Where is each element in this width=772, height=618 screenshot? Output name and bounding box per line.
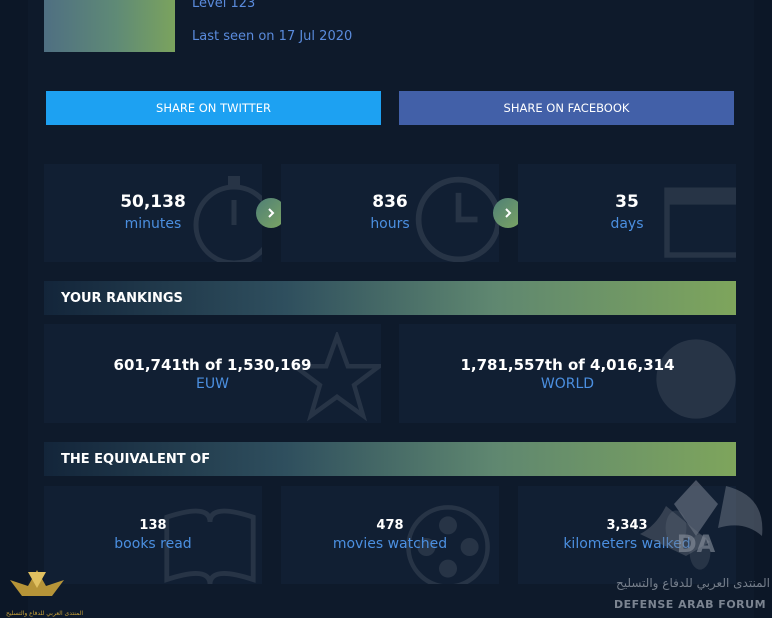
equivalent-value: 478 bbox=[376, 518, 404, 533]
stat-unit: days bbox=[610, 216, 644, 232]
equivalent-card-movies: 478 movies watched bbox=[281, 486, 499, 584]
share-twitter-button[interactable]: SHARE ON TWITTER bbox=[46, 91, 381, 125]
rankings-banner: YOUR RANKINGS bbox=[44, 281, 736, 315]
eagle-wings-logo-icon: DA bbox=[640, 480, 763, 558]
ranking-value: 601,741th of 1,530,169 bbox=[113, 356, 312, 374]
share-facebook-button[interactable]: SHARE ON FACEBOOK bbox=[399, 91, 734, 125]
equivalent-card-books: 138 books read bbox=[44, 486, 262, 584]
stat-value: 836 bbox=[372, 192, 408, 212]
stat-unit: hours bbox=[370, 216, 410, 232]
ranking-card-euw: 601,741th of 1,530,169 EUW bbox=[44, 324, 381, 423]
equivalent-title: THE EQUIVALENT OF bbox=[61, 451, 211, 467]
profile-avatar bbox=[44, 0, 175, 52]
equivalent-banner: THE EQUIVALENT OF bbox=[44, 442, 736, 476]
equivalent-value: 138 bbox=[139, 518, 167, 533]
stat-card-hours: 836 hours bbox=[281, 164, 499, 262]
equivalent-label: books read bbox=[114, 536, 192, 552]
forum-logo-small: المنتدى العربي للدفاع والتسليح bbox=[6, 566, 83, 617]
share-twitter-label: SHARE ON TWITTER bbox=[156, 101, 271, 115]
svg-text:DA: DA bbox=[677, 530, 716, 558]
stat-card-days: 35 days bbox=[518, 164, 736, 262]
forum-watermark: DA المنتدى العربي للدفاع والتسليح DEFENS… bbox=[606, 476, 772, 616]
ranking-card-world: 1,781,557th of 4,016,314 WORLD bbox=[399, 324, 736, 423]
eagle-emblem-icon bbox=[10, 570, 64, 596]
share-facebook-label: SHARE ON FACEBOOK bbox=[503, 101, 630, 115]
forum-name-small: المنتدى العربي للدفاع والتسليح bbox=[6, 610, 83, 617]
profile-last-seen: Last seen on 17 Jul 2020 bbox=[192, 29, 353, 44]
ranking-label: WORLD bbox=[540, 376, 595, 392]
ranking-value: 1,781,557th of 4,016,314 bbox=[460, 356, 675, 374]
stat-value: 35 bbox=[615, 192, 639, 212]
rankings-title: YOUR RANKINGS bbox=[61, 290, 183, 306]
stat-unit: minutes bbox=[124, 216, 182, 232]
stat-card-minutes: 50,138 minutes bbox=[44, 164, 262, 262]
equivalent-label: movies watched bbox=[332, 536, 448, 552]
profile-level: Level 123 bbox=[192, 0, 256, 11]
ranking-label: EUW bbox=[196, 376, 229, 392]
forum-name-arabic: المنتدى العربي للدفاع والتسليح bbox=[616, 576, 770, 590]
stat-value: 50,138 bbox=[120, 192, 186, 212]
forum-name-english: DEFENSE ARAB FORUM bbox=[613, 598, 767, 611]
